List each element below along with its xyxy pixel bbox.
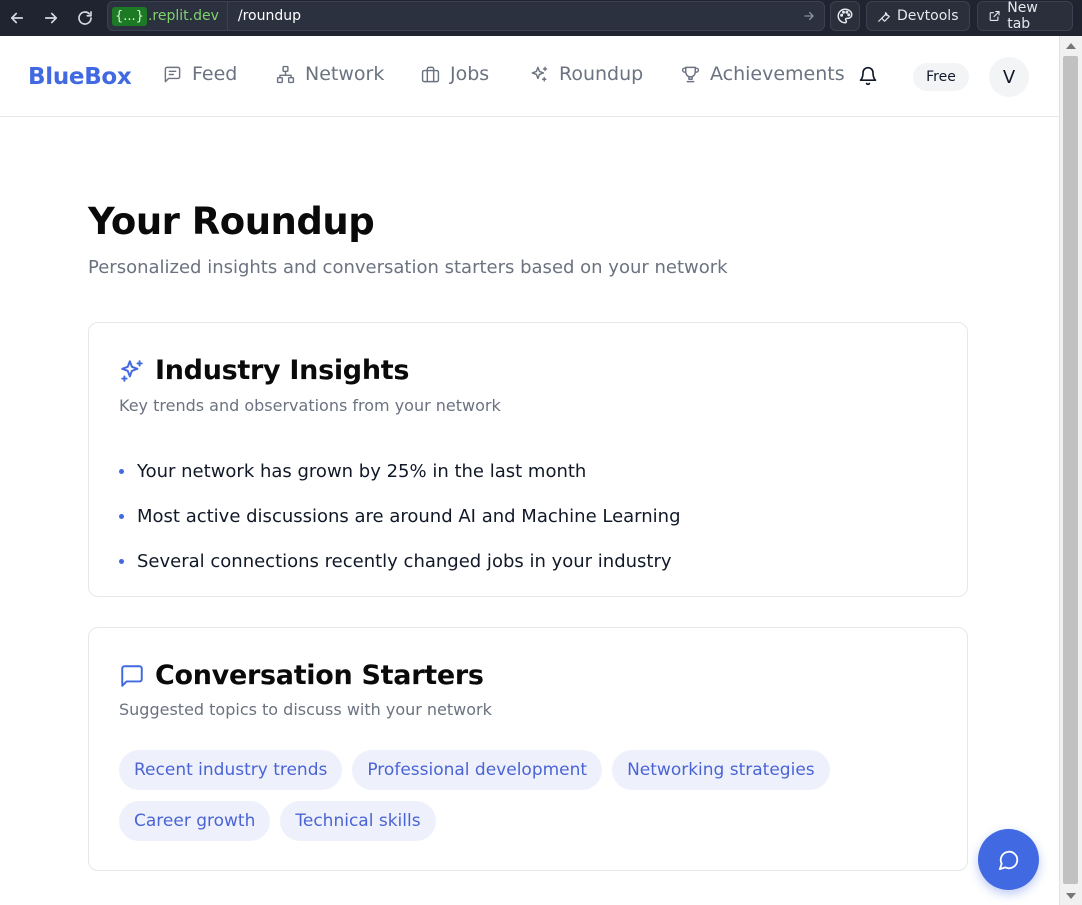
external-link-icon <box>989 11 1000 21</box>
insights-header: Industry Insights <box>119 355 409 386</box>
list-item: Most active discussions are around AI an… <box>119 494 681 539</box>
topic-chip-technical-skills[interactable]: Technical skills <box>280 801 436 841</box>
bell-icon[interactable] <box>858 66 878 86</box>
devtools-label: Devtools <box>897 8 959 24</box>
topic-chip-career-growth[interactable]: Career growth <box>119 801 271 841</box>
arrow-right-icon <box>44 12 58 24</box>
insight-text: Several connections recently changed job… <box>137 551 672 572</box>
forward-button[interactable] <box>34 3 68 33</box>
sparkles-icon <box>531 66 548 82</box>
nav-label-roundup: Roundup <box>559 63 644 85</box>
scroll-thumb[interactable] <box>1063 56 1078 884</box>
nav-item-jobs[interactable]: Jobs <box>421 63 489 85</box>
insights-description: Key trends and observations from your ne… <box>119 396 501 415</box>
industry-insights-card: Industry Insights Key trends and observa… <box>88 322 968 597</box>
nav-item-feed[interactable]: Feed <box>163 63 237 85</box>
topic-chip-networking-strategies[interactable]: Networking strategies <box>612 750 830 790</box>
message-square-icon <box>164 66 181 82</box>
url-divider <box>226 1 228 31</box>
insight-text: Your network has grown by 25% in the las… <box>137 461 587 482</box>
new-tab-label: New tab <box>1007 0 1038 32</box>
bullet-dot <box>119 514 124 519</box>
wrench-icon <box>878 12 890 22</box>
briefcase-icon <box>421 66 440 82</box>
nav-label-feed: Feed <box>192 63 238 85</box>
go-arrow-icon[interactable] <box>802 8 816 27</box>
top-navigation: BlueBox Feed Network Jobs Roundup Achiev… <box>0 36 1059 117</box>
reload-icon <box>78 11 92 25</box>
insights-list: Your network has grown by 25% in the las… <box>119 449 681 584</box>
url-host-braces: {...} <box>112 6 147 26</box>
list-item: Several connections recently changed job… <box>119 539 681 584</box>
insight-text: Most active discussions are around AI an… <box>137 506 681 527</box>
list-item: Your network has grown by 25% in the las… <box>119 449 681 494</box>
starters-description: Suggested topics to discuss with your ne… <box>119 700 492 719</box>
theme-button[interactable] <box>830 1 860 31</box>
palette-icon <box>837 8 853 24</box>
nav-item-network[interactable]: Network <box>276 63 384 85</box>
nav-label-network: Network <box>305 63 385 85</box>
page-title: Your Roundup <box>88 200 375 243</box>
topic-chips: Recent industry trends Professional deve… <box>119 750 939 841</box>
address-bar[interactable]: {...} .replit.dev /roundup <box>107 1 825 31</box>
sparkles-icon <box>121 359 143 382</box>
url-path: /roundup <box>237 8 301 24</box>
reload-button[interactable] <box>68 3 102 33</box>
message-circle-icon <box>998 850 1018 870</box>
avatar[interactable]: V <box>989 57 1029 97</box>
back-button[interactable] <box>0 3 34 33</box>
devtools-button[interactable]: Devtools <box>866 1 970 31</box>
arrow-left-icon <box>10 12 24 24</box>
network-icon <box>276 65 295 83</box>
page-subtitle: Personalized insights and conversation s… <box>88 257 728 278</box>
insights-title: Industry Insights <box>155 355 410 386</box>
nav-item-roundup[interactable]: Roundup <box>530 63 643 85</box>
message-square-icon <box>121 664 143 687</box>
scroll-down-arrow-icon[interactable] <box>1066 893 1076 899</box>
topic-chip-recent-industry-trends[interactable]: Recent industry trends <box>119 750 343 790</box>
chat-fab-button[interactable] <box>978 829 1039 890</box>
nav-label-achievements: Achievements <box>710 63 845 85</box>
topic-chip-professional-development[interactable]: Professional development <box>352 750 603 790</box>
url-host-domain: .replit.dev <box>147 8 219 24</box>
starters-header: Conversation Starters <box>119 660 484 691</box>
new-tab-button[interactable]: New tab <box>977 0 1073 32</box>
nav-item-achievements[interactable]: Achievements <box>681 63 845 85</box>
bullet-dot <box>119 469 124 474</box>
trophy-icon <box>681 66 700 82</box>
url-host: {...} .replit.dev <box>108 2 219 30</box>
brand-logo[interactable]: BlueBox <box>28 64 132 90</box>
scroll-up-arrow-icon[interactable] <box>1066 43 1076 49</box>
plan-badge[interactable]: Free <box>913 63 969 91</box>
page-scrollbar[interactable] <box>1059 36 1082 905</box>
nav-label-jobs: Jobs <box>450 63 490 85</box>
browser-toolbar: {...} .replit.dev /roundup Devtools New … <box>0 0 1082 36</box>
starters-title: Conversation Starters <box>155 660 484 691</box>
conversation-starters-card: Conversation Starters Suggested topics t… <box>88 627 968 871</box>
bullet-dot <box>119 559 124 564</box>
